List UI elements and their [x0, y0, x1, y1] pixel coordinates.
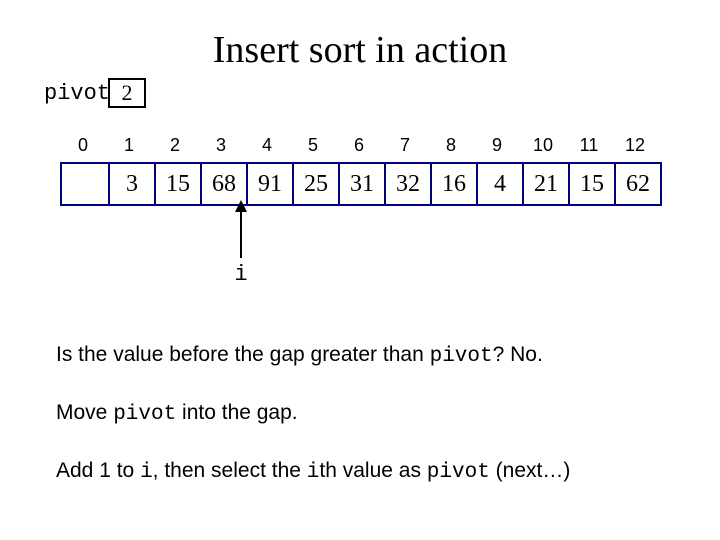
- text-fragment: into the gap.: [176, 401, 297, 424]
- text-fragment: Is the value before the gap greater than: [56, 343, 430, 366]
- pivot-label: pivot: [44, 81, 110, 106]
- index-label: 3: [198, 135, 244, 156]
- code-fragment: i: [140, 461, 153, 484]
- text-fragment: (next…): [490, 459, 571, 482]
- array-cell: 21: [522, 164, 568, 204]
- cell-row: 3 15 68 91 25 31 32 16 4 21 15 62: [60, 162, 662, 206]
- text-fragment: th value as: [319, 459, 426, 482]
- array-cell: 32: [384, 164, 430, 204]
- explanation-line-2: Move pivot into the gap.: [56, 400, 298, 427]
- index-label: 1: [106, 135, 152, 156]
- index-label: 12: [612, 135, 658, 156]
- code-fragment: pivot: [427, 461, 490, 484]
- code-fragment: pivot: [430, 345, 493, 368]
- index-label: 6: [336, 135, 382, 156]
- index-label: 5: [290, 135, 336, 156]
- text-fragment: Add 1 to: [56, 459, 140, 482]
- index-label: 0: [60, 135, 106, 156]
- index-label: 10: [520, 135, 566, 156]
- index-label: 4: [244, 135, 290, 156]
- explanation-line-1: Is the value before the gap greater than…: [56, 342, 543, 369]
- array-cell: 25: [292, 164, 338, 204]
- array-cell: 62: [614, 164, 660, 204]
- array-cell: 31: [338, 164, 384, 204]
- arrow-up-icon: [231, 200, 251, 260]
- index-row: 0 1 2 3 4 5 6 7 8 9 10 11 12: [60, 135, 662, 156]
- array-cell: 15: [154, 164, 200, 204]
- pivot-box: pivot 2: [44, 78, 146, 108]
- pointer-i: i: [218, 200, 264, 287]
- index-label: 11: [566, 135, 612, 156]
- index-label: 9: [474, 135, 520, 156]
- pivot-value: 2: [108, 78, 146, 108]
- code-fragment: pivot: [113, 403, 176, 426]
- array-cell: 91: [246, 164, 292, 204]
- array-cell: [62, 164, 108, 204]
- explanation-line-3: Add 1 to i, then select the ith value as…: [56, 458, 570, 485]
- text-fragment: ? No.: [493, 343, 543, 366]
- array-cell: 4: [476, 164, 522, 204]
- text-fragment: , then select the: [153, 459, 307, 482]
- code-fragment: i: [307, 461, 320, 484]
- array-diagram: 0 1 2 3 4 5 6 7 8 9 10 11 12 3 15 68 91 …: [60, 135, 662, 206]
- array-cell: 68: [200, 164, 246, 204]
- slide-title: Insert sort in action: [213, 28, 507, 72]
- array-cell: 3: [108, 164, 154, 204]
- index-label: 7: [382, 135, 428, 156]
- array-cell: 15: [568, 164, 614, 204]
- index-label: 8: [428, 135, 474, 156]
- index-label: 2: [152, 135, 198, 156]
- array-cell: 16: [430, 164, 476, 204]
- text-fragment: Move: [56, 401, 113, 424]
- pointer-label: i: [234, 262, 247, 287]
